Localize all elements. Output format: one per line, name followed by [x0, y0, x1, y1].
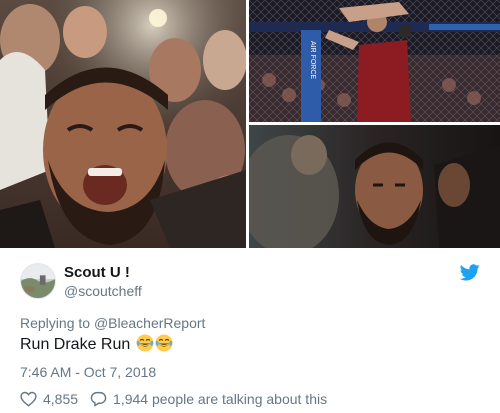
octagon-cage-image: AIR FORCE	[249, 0, 500, 122]
speech-bubble-icon	[90, 391, 107, 407]
face-with-tears-of-joy-icon	[155, 334, 173, 352]
banner-text: AIR FORCE	[309, 41, 316, 79]
photo-octagon-cage[interactable]: AIR FORCE	[249, 0, 500, 122]
replying-to-prefix: Replying to	[20, 315, 94, 331]
like-count: 4,855	[43, 391, 79, 407]
tweet-actions: 4,855 1,944 people are talking about thi…	[20, 389, 327, 409]
user-handle[interactable]: @scoutcheff	[64, 283, 142, 299]
tweet-body: Run Drake Run	[20, 336, 131, 353]
replying-to-line: Replying to @BleacherReport	[20, 315, 205, 331]
replying-to-mention[interactable]: @BleacherReport	[94, 315, 206, 331]
face-with-tears-of-joy-icon	[136, 334, 154, 352]
media-grid: AIR FORCE	[0, 0, 500, 248]
display-name[interactable]: Scout U !	[64, 264, 130, 281]
conversation-link[interactable]: 1,944 people are talking about this	[90, 391, 327, 407]
photo-crowd-closeup[interactable]	[249, 125, 500, 248]
avatar[interactable]	[20, 263, 56, 299]
photo-crowd-selfie[interactable]	[0, 0, 246, 248]
heart-icon	[20, 391, 37, 407]
tweet-timestamp[interactable]: 7:46 AM - Oct 7, 2018	[20, 364, 156, 380]
crowd-closeup-image	[249, 125, 500, 248]
crowd-selfie-image	[0, 0, 246, 248]
like-button[interactable]: 4,855	[20, 391, 78, 407]
talking-about-text: 1,944 people are talking about this	[113, 391, 328, 407]
tweet-card: Scout U ! @scoutcheff Replying to @Bleac…	[0, 250, 500, 413]
tweet-text: Run Drake Run	[20, 334, 173, 354]
twitter-bird-icon[interactable]	[460, 264, 480, 281]
avatar-image	[21, 264, 55, 298]
